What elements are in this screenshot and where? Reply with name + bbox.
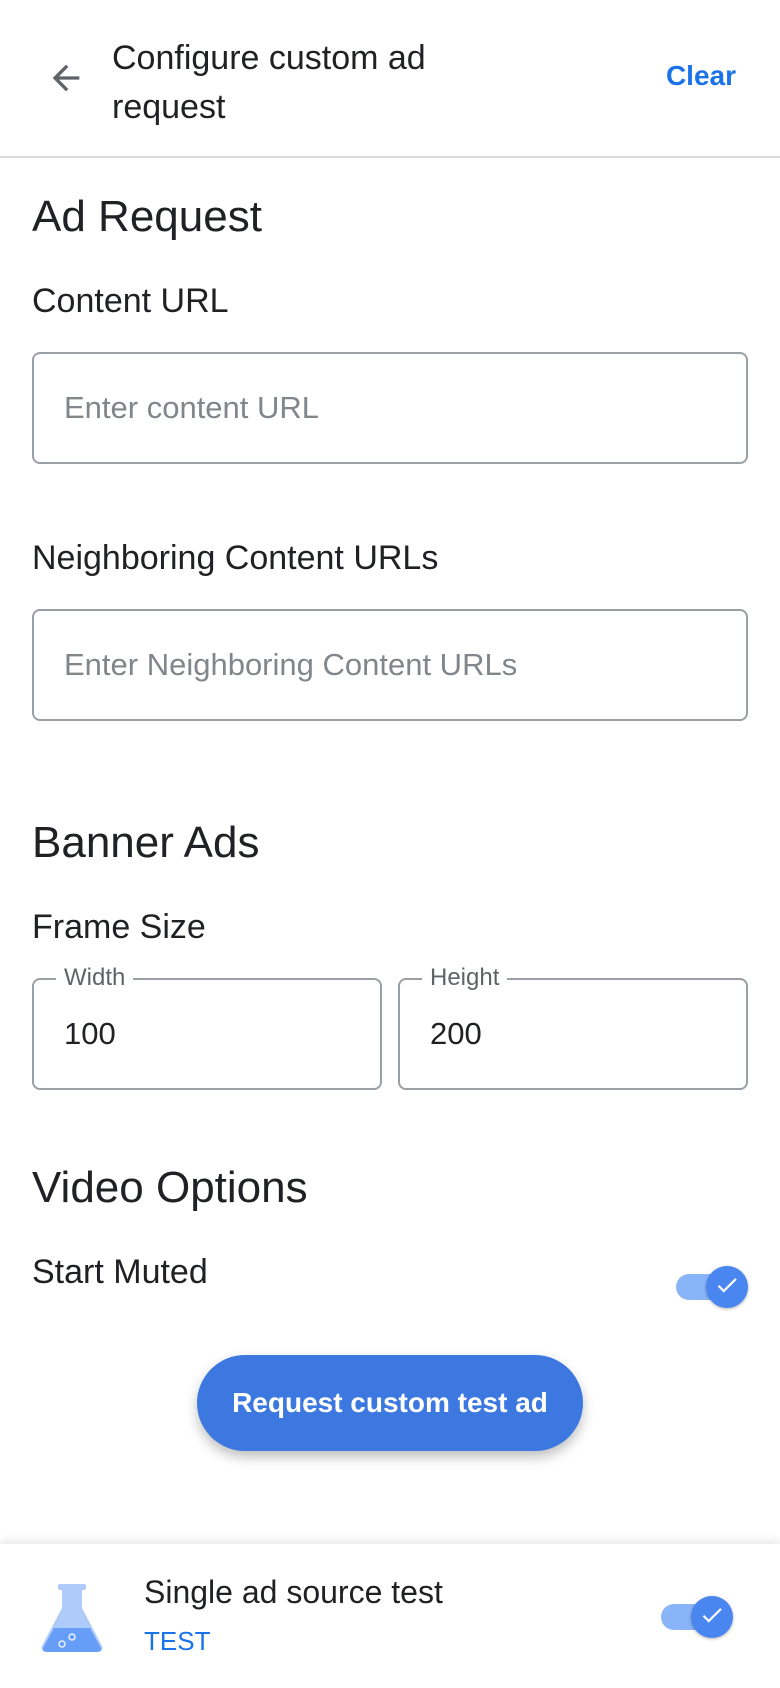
width-field[interactable]: Width	[32, 964, 382, 1090]
check-icon	[714, 1272, 740, 1303]
toggle-thumb	[706, 1266, 748, 1308]
request-custom-test-ad-button[interactable]: Request custom test ad	[197, 1355, 583, 1451]
neighboring-urls-input[interactable]	[64, 611, 714, 719]
frame-size-label: Frame Size	[32, 908, 206, 946]
top-app-bar: Configure custom ad request Clear	[0, 0, 780, 158]
neighboring-urls-field[interactable]	[32, 609, 748, 721]
section-heading-video-options: Video Options	[32, 1163, 308, 1212]
card-subtitle: TEST	[144, 1626, 211, 1656]
neighboring-urls-label: Neighboring Content URLs	[32, 539, 439, 577]
toggle-thumb	[691, 1596, 733, 1638]
width-input[interactable]	[64, 980, 354, 1088]
content-url-field[interactable]	[32, 352, 748, 464]
start-muted-label: Start Muted	[32, 1253, 208, 1291]
start-muted-toggle[interactable]	[674, 1264, 748, 1308]
arrow-back-icon	[46, 58, 86, 103]
content-url-input[interactable]	[64, 354, 714, 462]
section-heading-ad-request: Ad Request	[32, 192, 262, 241]
clear-button[interactable]: Clear	[666, 60, 736, 92]
page-title: Configure custom ad request	[112, 39, 426, 126]
card-title: Single ad source test	[144, 1574, 443, 1610]
height-field[interactable]: Height	[398, 964, 748, 1090]
single-ad-source-toggle[interactable]	[659, 1594, 733, 1638]
section-heading-banner-ads: Banner Ads	[32, 818, 260, 867]
flask-icon	[38, 1582, 106, 1654]
single-ad-source-test-card[interactable]: Single ad source test TEST	[0, 1544, 780, 1688]
content-url-label: Content URL	[32, 282, 229, 320]
height-input[interactable]	[430, 980, 720, 1088]
check-icon	[699, 1602, 725, 1633]
back-button[interactable]	[38, 52, 94, 108]
